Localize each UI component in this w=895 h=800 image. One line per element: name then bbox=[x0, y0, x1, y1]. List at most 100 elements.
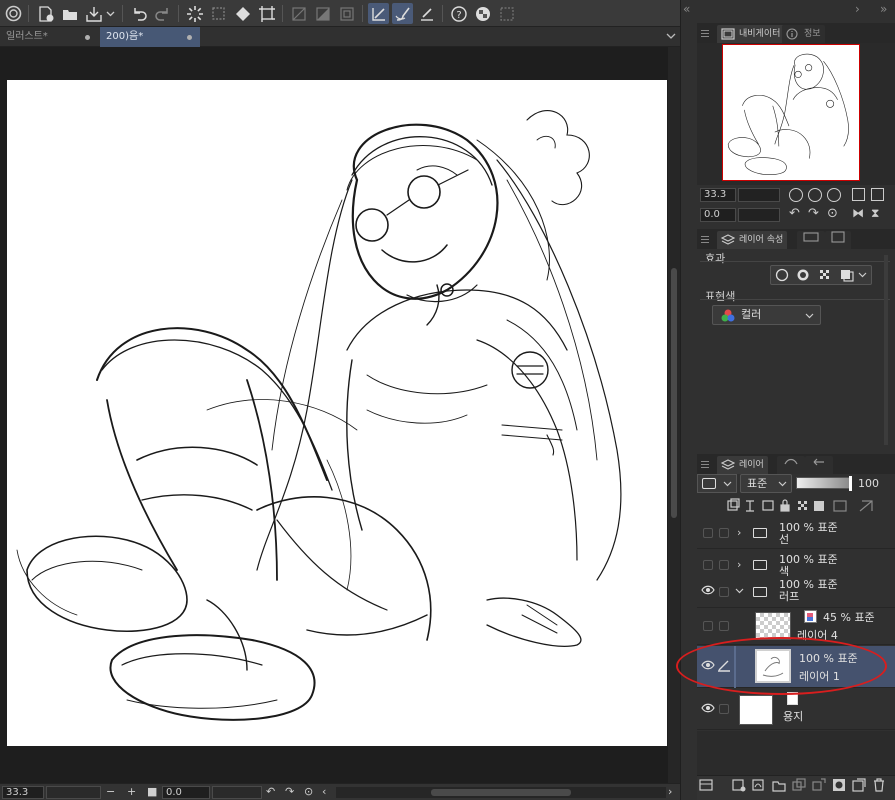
navigator-rotate-right-icon[interactable]: ↷ bbox=[808, 206, 819, 221]
clip-mask-icon[interactable] bbox=[288, 3, 309, 24]
undo-icon[interactable] bbox=[128, 3, 149, 24]
rotate-right-icon[interactable]: ↷ bbox=[285, 785, 294, 799]
layer-row-line[interactable]: › 100 % 표준 선 bbox=[697, 517, 895, 549]
tab-layer-extra-2[interactable] bbox=[825, 231, 851, 249]
rotate-left-icon[interactable]: ↶ bbox=[266, 785, 275, 799]
eye-icon[interactable] bbox=[701, 660, 715, 670]
panel-grip-icon[interactable] bbox=[701, 459, 709, 470]
zoom-in-icon[interactable]: + bbox=[127, 785, 136, 799]
brush-snap-icon[interactable] bbox=[392, 3, 413, 24]
visibility-toggle[interactable] bbox=[703, 528, 713, 538]
opacity-slider[interactable] bbox=[796, 476, 852, 491]
flip-vertical-icon[interactable]: ⧗ bbox=[871, 206, 879, 221]
loading-spinner-icon[interactable] bbox=[184, 3, 205, 24]
navigator-zoom-input[interactable]: 33.3 bbox=[700, 188, 736, 202]
panel-menu-icon[interactable]: » bbox=[880, 2, 887, 16]
expression-color-select[interactable]: 컬러 bbox=[712, 305, 821, 325]
save-file-icon[interactable] bbox=[83, 3, 104, 24]
rotation-slider[interactable] bbox=[212, 786, 262, 799]
help-icon[interactable]: ? bbox=[448, 3, 469, 24]
canvas-scroll-thumb[interactable] bbox=[671, 268, 677, 518]
app-menu-icon[interactable] bbox=[3, 3, 24, 24]
layer-color-swatch[interactable] bbox=[697, 474, 737, 493]
edit-toggle[interactable] bbox=[719, 704, 729, 714]
collapse-right-icon[interactable]: › bbox=[855, 2, 860, 16]
flip-icon[interactable]: ‹ bbox=[322, 785, 326, 799]
new-vector-layer-icon[interactable] bbox=[752, 778, 766, 792]
edit-toggle[interactable] bbox=[719, 528, 729, 538]
folder-expand-chevron-icon[interactable]: › bbox=[737, 526, 741, 539]
navigator-rotate-left-icon[interactable]: ↶ bbox=[789, 206, 800, 221]
fill-tool-icon[interactable] bbox=[232, 3, 253, 24]
layer-row-layer4[interactable]: 45 % 표준 레이어 4 bbox=[697, 608, 895, 645]
selection-tool-icon[interactable] bbox=[208, 3, 229, 24]
layer-mask-icon[interactable] bbox=[832, 778, 846, 792]
clip-layer-icon[interactable] bbox=[852, 778, 866, 792]
delete-layer-icon[interactable] bbox=[872, 778, 886, 792]
merge-layer-icon[interactable] bbox=[812, 778, 826, 792]
horizontal-scroll-thumb[interactable] bbox=[431, 789, 571, 796]
edit-toggle[interactable] bbox=[719, 560, 729, 570]
crop-frame-icon[interactable] bbox=[496, 3, 517, 24]
save-menu-chevron-icon[interactable] bbox=[104, 3, 116, 24]
tab-navigator[interactable]: 내비게이터 bbox=[717, 25, 785, 43]
transform-tool-icon[interactable] bbox=[256, 3, 277, 24]
copy-layer-icon[interactable] bbox=[792, 778, 806, 792]
visibility-toggle[interactable] bbox=[703, 621, 713, 631]
new-folder-icon[interactable] bbox=[772, 778, 786, 792]
frame-icon[interactable] bbox=[336, 3, 357, 24]
tab-layer-property[interactable]: 레이어 속성 bbox=[717, 231, 788, 249]
tab-illustration[interactable]: 일러스트* bbox=[0, 27, 98, 47]
tab-current-document[interactable]: 200)음* bbox=[100, 27, 200, 47]
layer-row-paper[interactable]: 용지 bbox=[697, 690, 895, 730]
navigator-fit-window-icon[interactable] bbox=[871, 188, 884, 201]
pen-snap-icon[interactable] bbox=[416, 3, 437, 24]
tab-layer[interactable]: 레이어 bbox=[717, 456, 768, 474]
eye-icon[interactable] bbox=[701, 585, 715, 595]
collapse-left-icon[interactable]: « bbox=[683, 2, 690, 16]
tab-history[interactable] bbox=[805, 456, 833, 474]
zoom-slider[interactable] bbox=[46, 786, 101, 799]
navigator-rotate-reset-icon[interactable]: ⊙ bbox=[827, 206, 838, 221]
eye-icon[interactable] bbox=[701, 703, 715, 713]
navigator-zoom-out-icon[interactable] bbox=[789, 188, 803, 202]
navigator-zoom-slider[interactable] bbox=[738, 188, 780, 202]
editing-pen-icon[interactable] bbox=[717, 658, 731, 672]
folder-expand-chevron-icon[interactable]: › bbox=[737, 558, 741, 571]
drawing-canvas[interactable] bbox=[7, 80, 667, 746]
tab-layer-extra-1[interactable] bbox=[797, 231, 825, 249]
property-scrollbar[interactable] bbox=[884, 255, 888, 445]
zoom-input[interactable]: 33.3 bbox=[2, 786, 44, 799]
edit-toggle[interactable] bbox=[719, 621, 729, 631]
scroll-right-icon[interactable]: › bbox=[668, 785, 672, 799]
flip-horizontal-icon[interactable]: ⧓ bbox=[852, 206, 864, 220]
mask-gradient-icon[interactable] bbox=[312, 3, 333, 24]
navigator-preview[interactable] bbox=[722, 44, 860, 181]
transparency-icon[interactable] bbox=[472, 3, 493, 24]
layer-row-layer1[interactable]: 100 % 표준 레이어 1 bbox=[697, 646, 895, 688]
tab-layer-search[interactable] bbox=[777, 456, 805, 474]
effect-toggle-group[interactable] bbox=[770, 265, 872, 285]
ruler-snap-icon[interactable] bbox=[368, 3, 389, 24]
horizontal-scrollbar[interactable] bbox=[336, 787, 666, 798]
layer-panel-menu-icon[interactable] bbox=[699, 778, 713, 792]
navigator-rotation-slider[interactable] bbox=[738, 208, 780, 222]
layer-row-rough[interactable]: 100 % 표준 러프 bbox=[697, 576, 895, 608]
tab-info[interactable]: 정보 bbox=[782, 25, 825, 43]
folder-collapse-chevron-icon[interactable] bbox=[735, 586, 744, 595]
panel-grip-icon[interactable] bbox=[701, 28, 709, 39]
tab-list-chevron-icon[interactable] bbox=[666, 31, 676, 41]
navigator-rotation-input[interactable]: 0.0 bbox=[700, 208, 736, 222]
navigator-zoom-in-icon[interactable] bbox=[808, 188, 822, 202]
redo-icon[interactable] bbox=[152, 3, 173, 24]
new-file-icon[interactable] bbox=[35, 3, 56, 24]
navigator-fit-icon[interactable] bbox=[827, 188, 841, 202]
open-file-icon[interactable] bbox=[59, 3, 80, 24]
new-raster-layer-icon[interactable] bbox=[732, 778, 746, 792]
zoom-reset-icon[interactable]: ■ bbox=[147, 785, 157, 799]
edit-toggle[interactable] bbox=[719, 587, 729, 597]
panel-grip-icon[interactable] bbox=[701, 234, 709, 245]
rotate-reset-icon[interactable]: ⊙ bbox=[304, 785, 313, 799]
rotation-input[interactable]: 0.0 bbox=[162, 786, 210, 799]
visibility-toggle[interactable] bbox=[703, 560, 713, 570]
